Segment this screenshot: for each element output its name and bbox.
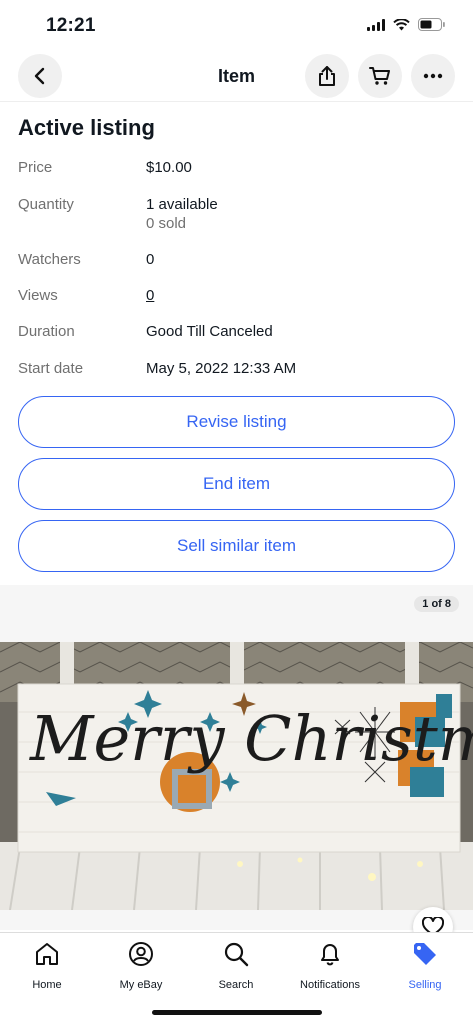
- detail-value: $10.00: [146, 159, 192, 176]
- sell-similar-button[interactable]: Sell similar item: [18, 520, 455, 572]
- more-button[interactable]: [411, 54, 455, 98]
- battery-icon: [418, 18, 445, 31]
- status-icons: [367, 18, 445, 31]
- tab-notifications[interactable]: Notifications: [283, 939, 377, 991]
- tab-label: Selling: [408, 979, 442, 991]
- wifi-icon: [393, 18, 410, 30]
- detail-value: May 5, 2022 12:33 AM: [146, 360, 297, 377]
- profile-icon: [129, 942, 153, 966]
- tab-label: My eBay: [119, 979, 163, 991]
- item-photo-art: Merry Christmas: [0, 642, 473, 910]
- tab-home[interactable]: Home: [0, 939, 94, 991]
- views-link[interactable]: 0: [146, 287, 154, 304]
- tab-label: Notifications: [300, 979, 360, 991]
- share-icon: [319, 66, 335, 86]
- signal-icon: [367, 18, 385, 31]
- nav-bar: Item: [0, 50, 473, 102]
- tab-label: Home: [32, 979, 62, 991]
- cart-button[interactable]: [358, 54, 402, 98]
- detail-label: Start date: [18, 360, 84, 377]
- section-title: Active listing: [18, 115, 155, 140]
- image-gallery[interactable]: 1 of 8 Merry Christ: [0, 585, 473, 947]
- detail-label: Price: [18, 159, 53, 176]
- search-icon: [224, 942, 249, 967]
- share-button[interactable]: [305, 54, 349, 98]
- revise-listing-button[interactable]: Revise listing: [18, 396, 455, 448]
- home-indicator[interactable]: [152, 1010, 322, 1015]
- tab-label: Search: [218, 979, 254, 991]
- detail-label: Watchers: [18, 251, 81, 268]
- page-title: Item: [217, 66, 255, 86]
- bell-icon: [321, 944, 339, 966]
- image-counter: 1 of 8: [414, 596, 459, 612]
- status-bar: 12:21: [0, 0, 473, 50]
- status-time: 12:21: [46, 15, 96, 36]
- detail-value: 0: [146, 251, 155, 268]
- cart-icon: [369, 67, 390, 85]
- home-icon: [36, 943, 58, 965]
- detail-value: Good Till Canceled: [146, 323, 273, 340]
- tag-icon: [414, 943, 436, 965]
- tab-my-ebay[interactable]: My eBay: [94, 939, 188, 991]
- sign-text: Merry Christmas: [29, 702, 473, 775]
- detail-sub-value: 0 sold: [146, 215, 187, 232]
- more-icon: [423, 73, 443, 79]
- item-photo[interactable]: Merry Christmas: [0, 642, 473, 910]
- tab-search[interactable]: Search: [189, 939, 283, 991]
- detail-label: Quantity: [18, 196, 74, 213]
- detail-value: 1 available: [146, 196, 218, 213]
- tab-selling[interactable]: Selling: [378, 939, 472, 991]
- detail-label: Views: [18, 287, 58, 304]
- detail-label: Duration: [18, 323, 75, 340]
- end-item-button[interactable]: End item: [18, 458, 455, 510]
